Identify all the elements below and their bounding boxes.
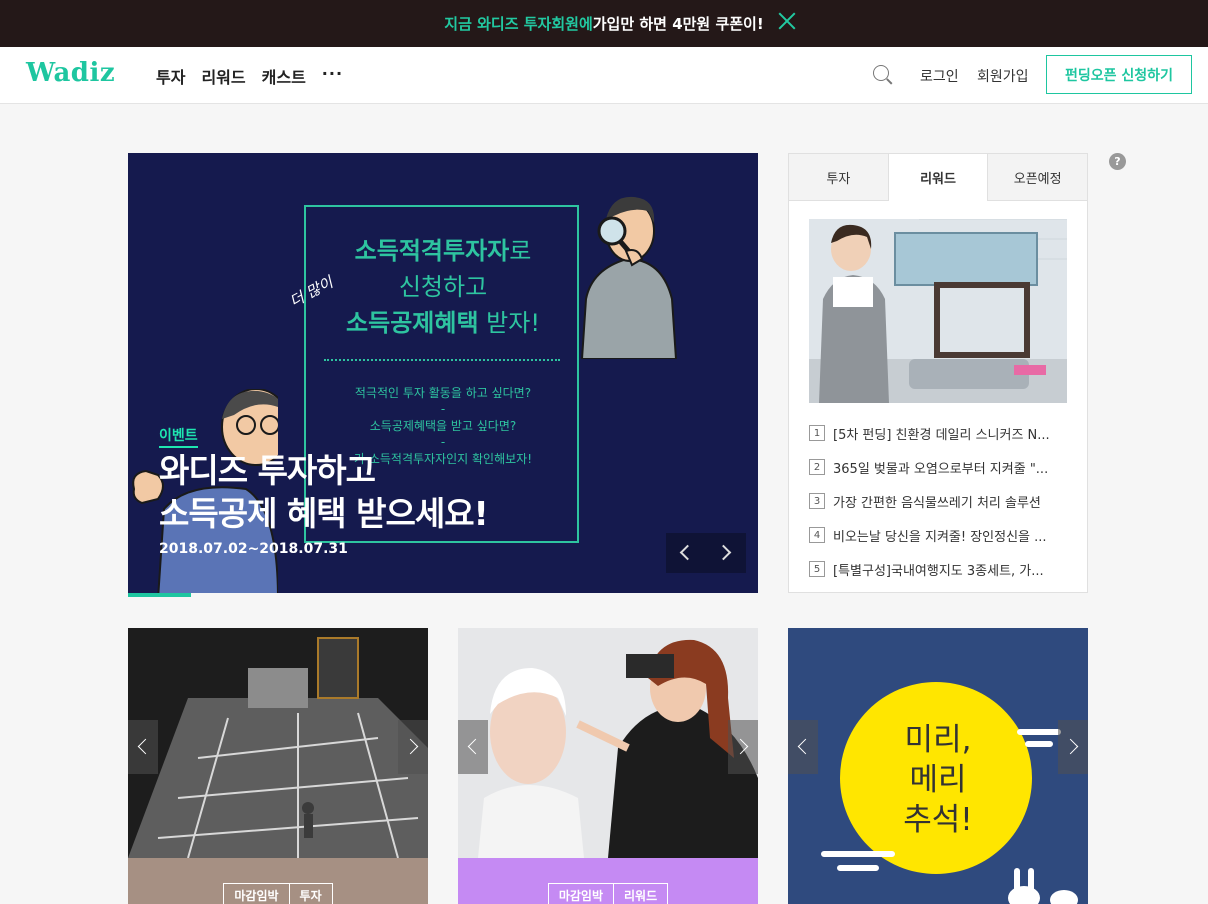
rank-number: 5 bbox=[809, 561, 825, 577]
hero-title[interactable]: 와디즈 투자하고 소득공제 혜택 받으세요! bbox=[159, 449, 489, 535]
hero-nav bbox=[666, 533, 746, 573]
funding-open-button[interactable]: 펀딩오픈 신청하기 bbox=[1046, 55, 1192, 94]
list-item[interactable]: 5 [특별구성]국내여행지도 3종세트, 가... bbox=[809, 552, 1069, 586]
rank-title: [5차 펀딩] 친환경 데일리 스니커즈 N... bbox=[833, 427, 1050, 443]
list-item[interactable]: 4 비오는날 당신을 지켜줄! 장인정신을 ... bbox=[809, 518, 1069, 552]
ranking-featured-image[interactable] bbox=[809, 219, 1067, 403]
chevron-left-icon[interactable] bbox=[128, 720, 158, 774]
ranking-tabs: 투자 리워드 오픈예정 bbox=[789, 154, 1088, 201]
tab-upcoming[interactable]: 오픈예정 bbox=[988, 154, 1088, 201]
makeup-artist-illustration bbox=[458, 628, 758, 858]
hero-carousel[interactable]: 소득적격투자자로 신청하고 소득공제혜택 받자! 더 많이 적극적인 투자 활동… bbox=[128, 153, 758, 593]
category-badge: 리워드 bbox=[614, 883, 669, 904]
poster-line-2: 신청하고 bbox=[398, 273, 488, 301]
hero-progress-fill bbox=[128, 593, 191, 597]
promo-card[interactable]: 미리, 메리 추석! bbox=[788, 628, 1088, 904]
banner-highlight-text: 지금 와디즈 투자회원에 bbox=[444, 15, 593, 33]
exhibition-hall-illustration bbox=[128, 628, 428, 858]
help-icon[interactable]: ? bbox=[1109, 153, 1126, 170]
hero-title-line-2: 소득공제 혜택 받으세요! bbox=[159, 494, 489, 533]
project-card[interactable]: 마감임박 리워드 bbox=[458, 628, 758, 904]
status-badge: 마감임박 bbox=[547, 883, 615, 904]
wadiz-logo[interactable]: Wadiz bbox=[26, 58, 115, 88]
poster-divider bbox=[324, 359, 560, 361]
card-badges: 마감임박 투자 bbox=[128, 883, 428, 904]
top-promo-banner[interactable]: 지금 와디즈 투자회원에 가입만 하면 4만원 쿠폰이! bbox=[0, 0, 1208, 47]
chevron-right-icon[interactable] bbox=[706, 533, 746, 573]
ranking-panel: 투자 리워드 오픈예정 1 [5차 펀딩] 친환경 데일리 스니커즈 N... 2… bbox=[788, 153, 1088, 593]
card-image bbox=[128, 628, 428, 858]
poster-line-1: 소득적격투자자로 bbox=[354, 237, 532, 265]
nav-item-cast[interactable]: 캐스트 bbox=[262, 64, 306, 88]
rank-title: 365일 벚물과 오염으로부터 지켜줄 "... bbox=[833, 461, 1049, 477]
rank-title: 비오는날 당신을 지켜줄! 장인정신을 ... bbox=[833, 529, 1047, 545]
chevron-left-icon[interactable] bbox=[788, 720, 818, 774]
tab-reward[interactable]: 리워드 bbox=[888, 154, 989, 201]
list-item[interactable]: 1 [5차 펀딩] 친환경 데일리 스니커즈 N... bbox=[809, 416, 1069, 450]
project-card[interactable]: 마감임박 투자 bbox=[128, 628, 428, 904]
chevron-left-icon[interactable] bbox=[458, 720, 488, 774]
poster-small-1: 적극적인 투자 활동을 하고 싶다면? bbox=[354, 386, 532, 400]
poster-small-2: 소득공제혜택을 받고 싶다면? bbox=[369, 419, 517, 433]
ranking-list: 1 [5차 펀딩] 친환경 데일리 스니커즈 N... 2 365일 벚물과 오염으… bbox=[809, 416, 1069, 586]
status-badge: 마감임박 bbox=[223, 883, 290, 904]
card-badges: 마감임박 리워드 bbox=[458, 883, 758, 904]
card-footer: 마감임박 리워드 bbox=[458, 858, 758, 904]
promo-text-line-2: 메리 bbox=[909, 762, 967, 798]
chevron-right-icon[interactable] bbox=[728, 720, 758, 774]
hero-tag: 이벤트 bbox=[159, 425, 198, 448]
poster-line-3: 소득공제혜택 받자! bbox=[346, 309, 540, 337]
hero-date: 2018.07.02~2018.07.31 bbox=[159, 541, 348, 557]
rank-number: 2 bbox=[809, 459, 825, 475]
card-footer: 마감임박 투자 bbox=[128, 858, 428, 904]
hero-title-line-1: 와디즈 투자하고 bbox=[159, 451, 376, 490]
close-icon[interactable] bbox=[776, 10, 798, 32]
chevron-right-icon[interactable] bbox=[1058, 720, 1088, 774]
chevron-right-icon[interactable] bbox=[398, 720, 428, 774]
login-link[interactable]: 로그인 bbox=[920, 66, 959, 86]
list-item[interactable]: 3 가장 간편한 음식물쓰레기 처리 솔루션 bbox=[809, 484, 1069, 518]
more-menu-icon[interactable]: ··· bbox=[322, 64, 343, 88]
tab-invest[interactable]: 투자 bbox=[789, 154, 889, 201]
site-header: Wadiz 투자 리워드 캐스트 ··· 로그인 회원가입 펀딩오픈 신청하기 bbox=[0, 47, 1208, 104]
promo-text-line-3: 추석! bbox=[903, 802, 973, 838]
category-badge: 투자 bbox=[289, 883, 333, 904]
list-item[interactable]: 2 365일 벚물과 오염으로부터 지켜줄 "... bbox=[809, 450, 1069, 484]
promo-text-line-1: 미리, bbox=[904, 722, 972, 758]
rank-number: 1 bbox=[809, 425, 825, 441]
kitchen-product-illustration bbox=[809, 219, 1067, 403]
signup-link[interactable]: 회원가입 bbox=[977, 66, 1029, 86]
banner-text: 가입만 하면 4만원 쿠폰이! bbox=[592, 15, 764, 33]
rank-title: 가장 간편한 음식물쓰레기 처리 솔루션 bbox=[833, 495, 1041, 511]
card-image bbox=[458, 628, 758, 858]
rank-number: 3 bbox=[809, 493, 825, 509]
hero-progress-bar bbox=[128, 593, 758, 597]
search-icon[interactable] bbox=[873, 65, 893, 85]
rank-number: 4 bbox=[809, 527, 825, 543]
rank-title: [특별구성]국내여행지도 3종세트, 가... bbox=[833, 563, 1044, 579]
nav-item-invest[interactable]: 투자 bbox=[156, 64, 185, 88]
nav-item-reward[interactable]: 리워드 bbox=[201, 64, 245, 88]
main-nav: 투자 리워드 캐스트 ··· bbox=[156, 64, 343, 88]
promo-text: 미리, 메리 추석! bbox=[788, 720, 1088, 840]
chevron-left-icon[interactable] bbox=[666, 533, 706, 573]
poster-dash-1: - bbox=[440, 402, 446, 416]
